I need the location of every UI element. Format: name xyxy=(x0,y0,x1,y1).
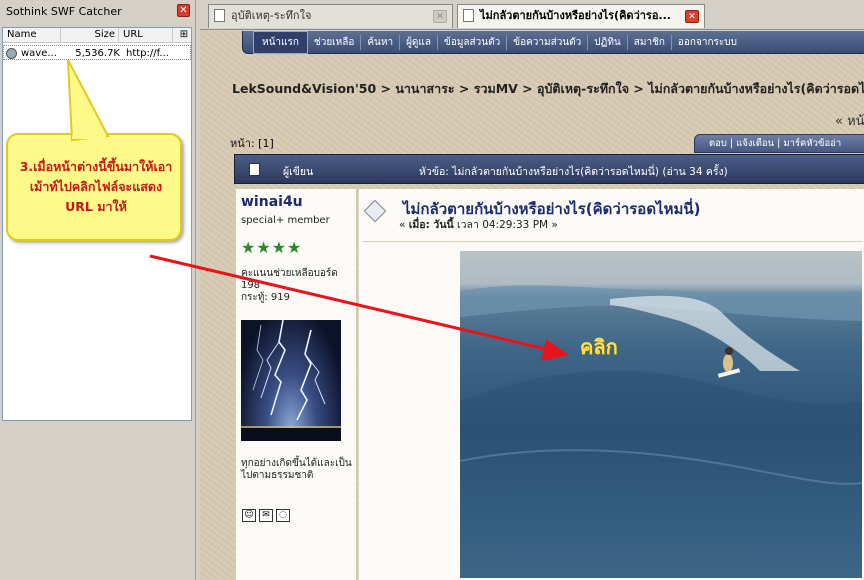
nav-home[interactable]: หน้าแรก xyxy=(253,31,308,54)
item-size: 5,536.7K xyxy=(75,48,120,59)
forum-page: หน้าแรก ช่วยเหลือ ค้นหา ผู้ดูแล ข้อมูลส่… xyxy=(200,31,864,580)
poster-rank: special+ member xyxy=(241,215,330,226)
post-date: « เมื่อ: วันนี้ เวลา 04:29:33 PM » xyxy=(399,216,558,233)
poster-signature: ทุกอย่างเกิดขึ้นได้และเป็นไปตามธรรมชาติ xyxy=(241,458,352,481)
nav-profile[interactable]: ข้อมูลส่วนตัว xyxy=(438,34,508,50)
column-header-name[interactable]: Name xyxy=(3,28,61,42)
poster-actions: ☺ ✉ ◌ xyxy=(242,509,290,522)
panel-title: Sothink SWF Catcher xyxy=(2,2,194,21)
column-options-icon[interactable]: ⊞ xyxy=(173,28,191,42)
poster-stats: คะแนนช่วยเหลือบอร์ด 198 กระทู้: 919 xyxy=(241,268,356,304)
topic-icon xyxy=(249,163,260,176)
surfing-wave-image xyxy=(460,285,862,578)
poster-name[interactable]: winai4u xyxy=(241,194,303,210)
nav-calendar[interactable]: ปฏิทิน xyxy=(588,34,628,50)
post-count: กระทู้: 919 xyxy=(241,292,291,303)
tab-bar: อุบัติเหตุ-ระทึกใจ ✕ ไม่กลัวตายกันบ้างหร… xyxy=(200,0,864,30)
rank-stars: ★★★★ xyxy=(241,238,303,257)
item-name: wave... xyxy=(21,48,57,59)
tab-label: ไม่กลัวตายกันบ้างหรือย่างไร(คิดว่ารอ... xyxy=(480,9,671,22)
date-open: « xyxy=(399,219,409,231)
swf-file-icon xyxy=(6,48,17,59)
profile-icon[interactable]: ☺ xyxy=(242,509,256,522)
score-value: 198 xyxy=(241,280,261,291)
nav-help[interactable]: ช่วยเหลือ xyxy=(308,34,362,50)
post-body: ไม่กลัวตายกันบ้างหรือย่างไร(คิดว่ารอดไหม… xyxy=(358,189,864,580)
list-item[interactable]: wave... 5,536.7K http://f... xyxy=(3,45,191,60)
flash-video-player[interactable]: คลิก xyxy=(460,251,862,578)
poster-info: winai4u special+ member ★★★★ คะแนนช่วยเห… xyxy=(236,189,356,580)
column-header-url[interactable]: URL xyxy=(119,28,173,42)
list-header: Name Size URL ⊞ xyxy=(3,28,191,43)
item-url: http://f... xyxy=(126,48,169,59)
close-tab-icon[interactable]: ✕ xyxy=(685,10,699,23)
column-header-size[interactable]: Size xyxy=(61,28,119,42)
topic-actions[interactable]: ตอบ | แจ้งเตือน | มาร์คหัวข้ออ่า xyxy=(694,134,864,153)
divider xyxy=(363,241,863,242)
click-label: คลิก xyxy=(580,335,618,359)
swf-catcher-panel: Sothink SWF Catcher ✕ Name Size URL ⊞ wa… xyxy=(0,0,196,580)
topic-subject: หัวข้อ: ไม่กลัวตายกันบ้างหรือย่างไร(คิดว… xyxy=(419,166,728,178)
instruction-callout: 3.เมื่อหน้าต่างนี้ขึ้นมาให้เอาเม้าท์ไปคล… xyxy=(6,133,182,241)
close-icon[interactable]: ✕ xyxy=(177,4,190,17)
previous-page-link[interactable]: « หน้ xyxy=(835,110,864,131)
post-icon xyxy=(363,199,387,223)
date-time: เวลา 04:29:33 PM » xyxy=(453,219,558,231)
score-label: คะแนนช่วยเหลือบอร์ด xyxy=(241,268,338,279)
pagination: หน้า: [1] xyxy=(230,134,274,152)
tab-label: อุบัติเหตุ-ระทึกใจ xyxy=(231,9,312,22)
nav-logout[interactable]: ออกจากระบบ xyxy=(672,35,743,50)
email-icon[interactable]: ✉ xyxy=(259,509,273,522)
nav-search[interactable]: ค้นหา xyxy=(361,34,401,50)
avatar xyxy=(241,320,341,441)
close-tab-icon[interactable]: ✕ xyxy=(433,10,447,23)
pagination-label: หน้า: xyxy=(230,137,255,150)
page-icon xyxy=(214,9,225,22)
forum-navbar: หน้าแรก ช่วยเหลือ ค้นหา ผู้ดูแล ข้อมูลส่… xyxy=(242,31,864,54)
breadcrumb[interactable]: LekSound&Vision'50 > นานาสาระ > รวมMV > … xyxy=(232,79,864,99)
nav-members[interactable]: สมาชิก xyxy=(628,34,672,50)
nav-messages[interactable]: ข้อความส่วนตัว xyxy=(507,34,589,50)
page-number[interactable]: [1] xyxy=(258,137,274,150)
tab-current-topic[interactable]: ไม่กลัวตายกันบ้างหรือย่างไร(คิดว่ารอ... … xyxy=(457,4,705,28)
lightning-image xyxy=(241,320,341,441)
date-label: เมื่อ: วันนี้ xyxy=(408,219,454,231)
callout-text: 3.เมื่อหน้าต่างนี้ขึ้นมาให้เอาเม้าท์ไปคล… xyxy=(19,159,173,214)
tab-accident[interactable]: อุบัติเหตุ-ระทึกใจ ✕ xyxy=(208,4,453,28)
nav-admin[interactable]: ผู้ดูแล xyxy=(400,34,438,50)
post-header: ผู้เขียน หัวข้อ: ไม่กลัวตายกันบ้างหรือย่… xyxy=(234,154,864,184)
message-icon[interactable]: ◌ xyxy=(276,509,290,522)
screen: Sothink SWF Catcher ✕ Name Size URL ⊞ wa… xyxy=(0,0,864,580)
author-column-label: ผู้เขียน xyxy=(283,166,314,178)
page-icon xyxy=(463,9,474,22)
